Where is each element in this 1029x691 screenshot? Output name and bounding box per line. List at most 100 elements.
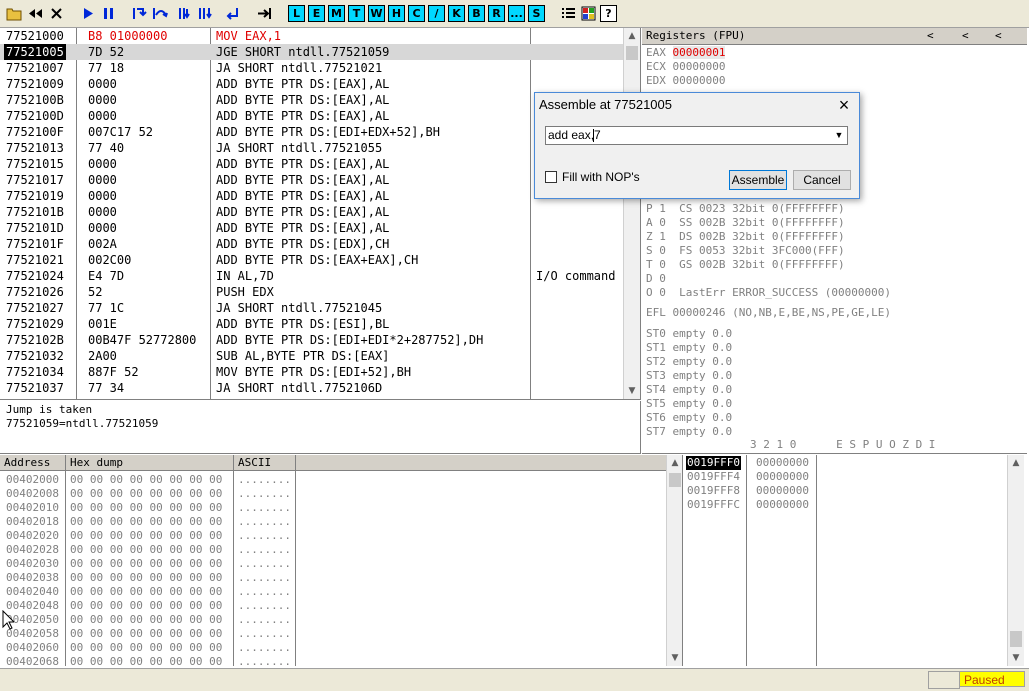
trace-into-icon[interactable]: [178, 5, 195, 22]
stack-row[interactable]: 0019FFF0 00000000: [684, 456, 1007, 470]
stack-scrollbar[interactable]: ▲ ▼: [1007, 455, 1024, 666]
folder-open-icon[interactable]: [6, 5, 23, 22]
dump-row[interactable]: 00402000 00 00 00 00 00 00 00 00........: [0, 473, 666, 487]
patches-button[interactable]: /: [428, 5, 445, 22]
flag-row[interactable]: Z 1 DS 002B 32bit 0(FFFFFFFF): [646, 230, 845, 244]
disasm-row[interactable]: 77521026 52 PUSH EDX: [0, 284, 623, 300]
list-icon[interactable]: [560, 5, 577, 22]
dump-row[interactable]: 00402058 00 00 00 00 00 00 00 00........: [0, 627, 666, 641]
disasm-row[interactable]: 77521037 77 34 JA SHORT ntdll.7752106D: [0, 380, 623, 396]
disasm-row[interactable]: 77521009 0000 ADD BYTE PTR DS:[EAX],AL: [0, 76, 623, 92]
disasm-row[interactable]: 7752101F 002A ADD BYTE PTR DS:[EDX],CH: [0, 236, 623, 252]
fpu-register-row[interactable]: ST4 empty 0.0: [646, 383, 732, 397]
scroll-down-icon[interactable]: ▼: [624, 383, 640, 399]
register-row[interactable]: EAX 00000001: [646, 46, 726, 60]
scroll-down-icon[interactable]: ▼: [1008, 650, 1024, 666]
disasm-row[interactable]: 7752100B 0000 ADD BYTE PTR DS:[EAX],AL: [0, 92, 623, 108]
flag-row[interactable]: O 0 LastErr ERROR_SUCCESS (00000000): [646, 286, 891, 300]
disasm-row[interactable]: 7752101B 0000 ADD BYTE PTR DS:[EAX],AL: [0, 204, 623, 220]
dump-header-address[interactable]: Address: [0, 455, 66, 471]
source-button[interactable]: S: [528, 5, 545, 22]
fpu-register-row[interactable]: ST2 empty 0.0: [646, 355, 732, 369]
registers-nav-button[interactable]: <: [995, 29, 1002, 43]
dump-row[interactable]: 00402040 00 00 00 00 00 00 00 00........: [0, 585, 666, 599]
execute-till-return-icon[interactable]: [224, 5, 241, 22]
references-button[interactable]: R: [488, 5, 505, 22]
disasm-row[interactable]: 77521032 2A00 SUB AL,BYTE PTR DS:[EAX]: [0, 348, 623, 364]
dump-row[interactable]: 00402010 00 00 00 00 00 00 00 00........: [0, 501, 666, 515]
dump-scrollbar[interactable]: ▲ ▼: [666, 455, 682, 666]
stack-row[interactable]: 0019FFF8 00000000: [684, 484, 1007, 498]
dump-header-hex[interactable]: Hex dump: [66, 455, 234, 471]
log-window-button[interactable]: L: [288, 5, 305, 22]
scroll-thumb[interactable]: [1010, 631, 1022, 647]
stack-row[interactable]: 0019FFF4 00000000: [684, 470, 1007, 484]
dump-row[interactable]: 00402020 00 00 00 00 00 00 00 00........: [0, 529, 666, 543]
dump-pane[interactable]: Address Hex dump ASCII 00402000 00 00 00 …: [0, 455, 683, 666]
register-value[interactable]: 00000000: [673, 74, 726, 87]
call-stack-button[interactable]: K: [448, 5, 465, 22]
disasm-row[interactable]: 77521021 002C00 ADD BYTE PTR DS:[EAX+EAX],…: [0, 252, 623, 268]
handles-button[interactable]: H: [388, 5, 405, 22]
windows-button[interactable]: W: [368, 5, 385, 22]
register-value[interactable]: 00000001: [672, 46, 726, 59]
step-over-icon[interactable]: [152, 5, 169, 22]
grid-icon[interactable]: [580, 5, 597, 22]
help-button[interactable]: ?: [600, 5, 617, 22]
stack-pane[interactable]: 0019FFF0 00000000 0019FFF4 00000000 0019FFF8…: [684, 455, 1027, 666]
register-row[interactable]: EDX 00000000: [646, 74, 725, 88]
dump-row[interactable]: 00402030 00 00 00 00 00 00 00 00........: [0, 557, 666, 571]
pause-icon[interactable]: [100, 5, 117, 22]
disassembly-scrollbar[interactable]: ▲ ▼: [623, 28, 640, 399]
fpu-register-row[interactable]: ST3 empty 0.0: [646, 369, 732, 383]
run-trace-button[interactable]: ...: [508, 5, 525, 22]
disasm-row[interactable]: 7752100D 0000 ADD BYTE PTR DS:[EAX],AL: [0, 108, 623, 124]
disasm-row[interactable]: 7752100F 007C17 52 ADD BYTE PTR DS:[EDI+ED…: [0, 124, 623, 140]
efl-line[interactable]: EFL 00000246 (NO,NB,E,BE,NS,PE,GE,LE): [646, 306, 891, 320]
scroll-up-icon[interactable]: ▲: [624, 28, 640, 44]
registers-nav-button[interactable]: <: [927, 29, 934, 43]
disasm-row[interactable]: 77521015 0000 ADD BYTE PTR DS:[EAX],AL: [0, 156, 623, 172]
cpu-button[interactable]: C: [408, 5, 425, 22]
assemble-combobox[interactable]: add eax,7 ▼: [545, 126, 848, 145]
assemble-button[interactable]: Assemble: [729, 170, 787, 190]
dump-row[interactable]: 00402050 00 00 00 00 00 00 00 00........: [0, 613, 666, 627]
disasm-row[interactable]: 77521000 B8 01000000 MOV EAX,1: [0, 28, 623, 44]
scroll-down-icon[interactable]: ▼: [667, 650, 682, 666]
flag-row[interactable]: A 0 SS 002B 32bit 0(FFFFFFFF): [646, 216, 845, 230]
disasm-row[interactable]: 77521027 77 1C JA SHORT ntdll.77521045: [0, 300, 623, 316]
fpu-register-row[interactable]: ST5 empty 0.0: [646, 397, 732, 411]
memory-map-button[interactable]: M: [328, 5, 345, 22]
disasm-row[interactable]: 77521034 887F 52 MOV BYTE PTR DS:[EDI+52],…: [0, 364, 623, 380]
fpu-register-row[interactable]: ST1 empty 0.0: [646, 341, 732, 355]
flag-row[interactable]: P 1 CS 0023 32bit 0(FFFFFFFF): [646, 202, 845, 216]
registers-nav-button[interactable]: <: [962, 29, 969, 43]
close-icon[interactable]: ×: [833, 94, 855, 116]
dump-row[interactable]: 00402028 00 00 00 00 00 00 00 00........: [0, 543, 666, 557]
goto-icon[interactable]: [256, 5, 273, 22]
scroll-up-icon[interactable]: ▲: [1008, 455, 1024, 471]
disasm-row[interactable]: 7752101D 0000 ADD BYTE PTR DS:[EAX],AL: [0, 220, 623, 236]
flag-row[interactable]: D 0: [646, 272, 666, 286]
disasm-row[interactable]: 77521024 E4 7D IN AL,7D I/O command: [0, 268, 623, 284]
chevron-down-icon[interactable]: ▼: [831, 127, 847, 144]
stack-row[interactable]: 0019FFFC 00000000: [684, 498, 1007, 512]
dump-row[interactable]: 00402038 00 00 00 00 00 00 00 00........: [0, 571, 666, 585]
flag-row[interactable]: T 0 GS 002B 32bit 0(FFFFFFFF): [646, 258, 845, 272]
dump-row[interactable]: 00402060 00 00 00 00 00 00 00 00........: [0, 641, 666, 655]
close-icon[interactable]: [48, 5, 65, 22]
dump-row[interactable]: 00402048 00 00 00 00 00 00 00 00........: [0, 599, 666, 613]
disasm-row[interactable]: 77521017 0000 ADD BYTE PTR DS:[EAX],AL: [0, 172, 623, 188]
rewind-icon[interactable]: [27, 5, 44, 22]
flag-row[interactable]: S 0 FS 0053 32bit 3FC000(FFF): [646, 244, 845, 258]
step-into-icon[interactable]: [132, 5, 149, 22]
fill-nops-checkbox[interactable]: [545, 171, 557, 183]
breakpoints-button[interactable]: B: [468, 5, 485, 22]
scroll-up-icon[interactable]: ▲: [667, 455, 682, 471]
executable-modules-button[interactable]: E: [308, 5, 325, 22]
disassembly-pane[interactable]: 77521000 B8 01000000 MOV EAX,1 77521005 7D 5…: [0, 28, 641, 400]
disasm-row[interactable]: 77521013 77 40 JA SHORT ntdll.77521055: [0, 140, 623, 156]
dump-row[interactable]: 00402018 00 00 00 00 00 00 00 00........: [0, 515, 666, 529]
fpu-register-row[interactable]: ST7 empty 0.0: [646, 425, 732, 439]
dump-row[interactable]: 00402008 00 00 00 00 00 00 00 00........: [0, 487, 666, 501]
